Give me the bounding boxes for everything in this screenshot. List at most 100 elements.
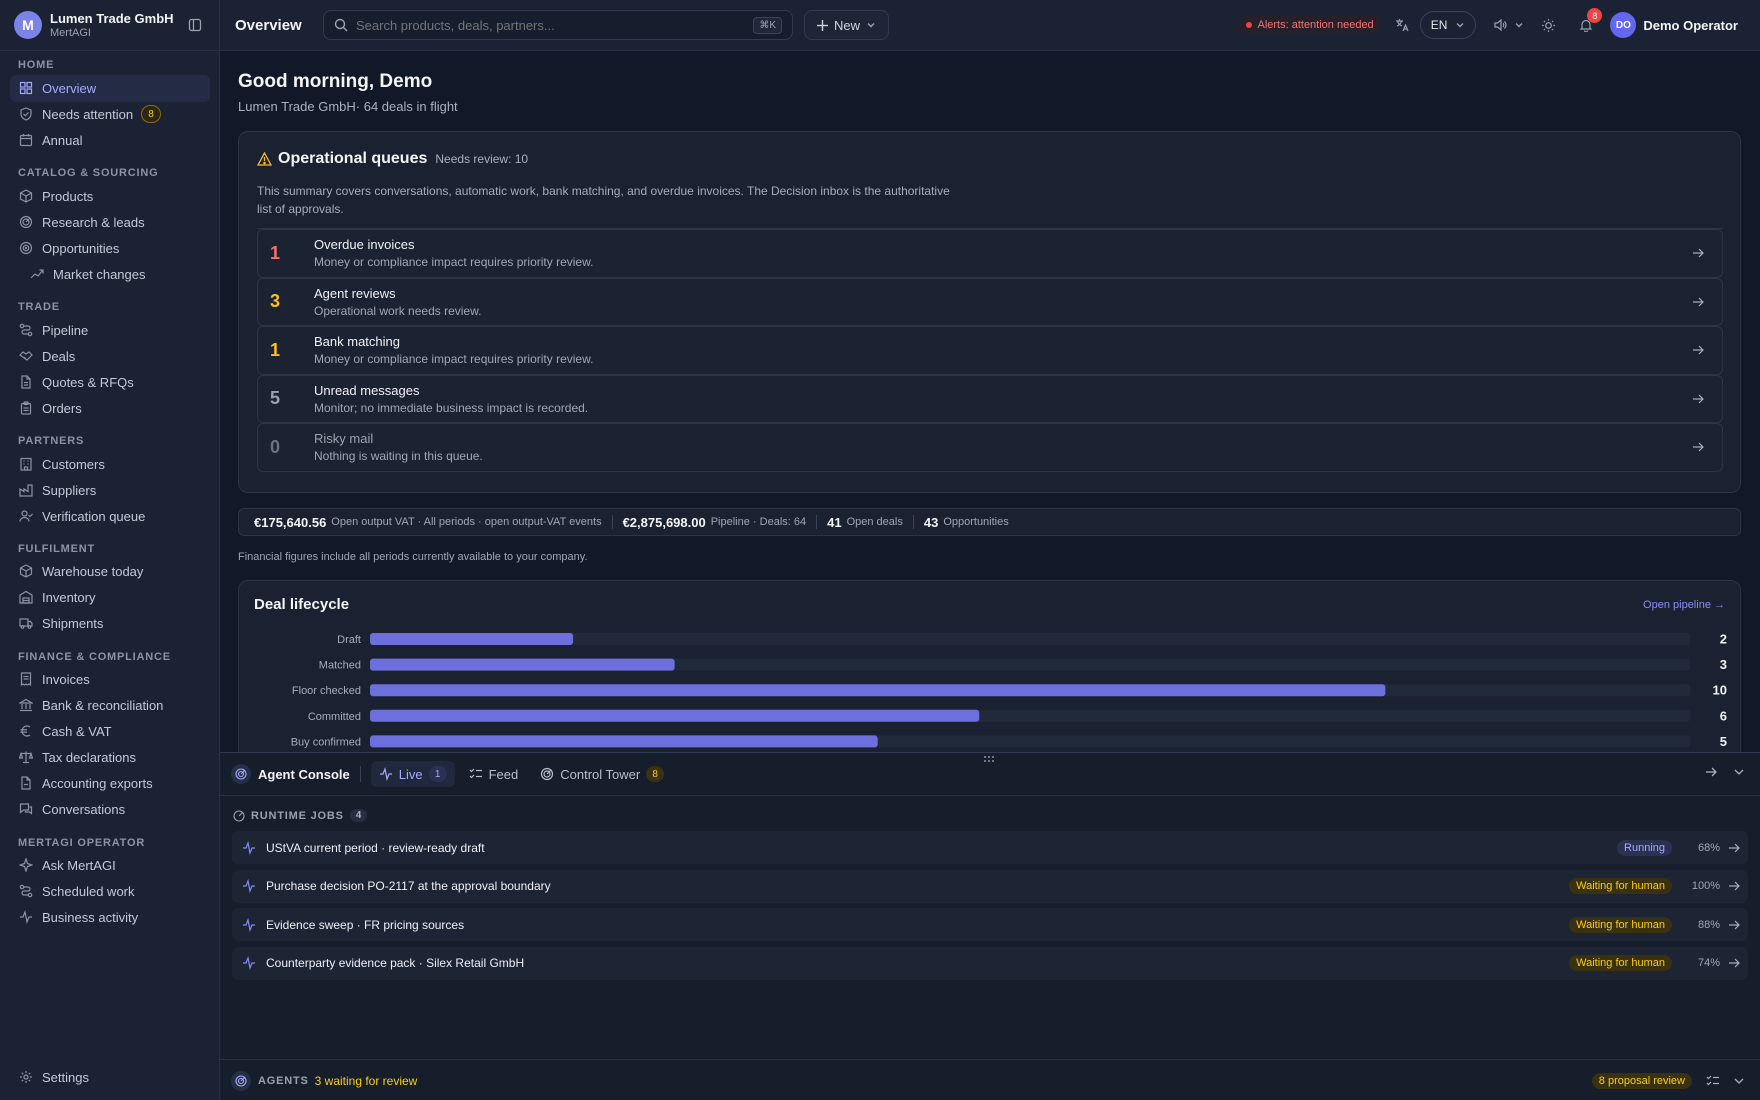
queues-title: Operational queues <box>278 150 428 167</box>
sidebar-item-needs-attention[interactable]: Needs attention 8 <box>10 101 210 128</box>
checklist-icon[interactable] <box>1706 1074 1720 1088</box>
queue-row-overdue-invoices[interactable]: 1 Overdue invoices Money or compliance imp… <box>257 229 1723 278</box>
queue-note: Money or compliance impact requires prio… <box>314 352 594 367</box>
translate-icon[interactable] <box>1390 13 1414 37</box>
brand[interactable]: M Lumen Trade GmbH MertAGI <box>0 0 219 51</box>
queue-body: Risky mail Nothing is waiting in this que… <box>314 431 1692 463</box>
stage-bar[interactable] <box>370 684 1386 697</box>
sidebar-item-accounting-exports[interactable]: Accounting exports <box>10 770 210 797</box>
avatar[interactable]: DO <box>1610 12 1637 38</box>
calendar-icon <box>19 133 33 147</box>
sidebar-item-quotes-rfqs[interactable]: Quotes & RFQs <box>10 369 210 396</box>
sidebar-item-annual[interactable]: Annual <box>10 127 210 154</box>
volume-icon[interactable] <box>1488 13 1512 37</box>
queue-row-agent-reviews[interactable]: 3 Agent reviews Operational work needs rev… <box>257 277 1723 326</box>
truck-icon <box>19 616 33 630</box>
sidebar-item-verification-queue[interactable]: Verification queue <box>10 503 210 530</box>
sidebar-item-tax-declarations[interactable]: Tax declarations <box>10 744 210 771</box>
sidebar-collapse-icon[interactable] <box>185 15 205 35</box>
arrow-right-icon[interactable] <box>1720 919 1748 931</box>
queue-count: 1 <box>270 242 281 263</box>
sidebar-item-research-leads[interactable]: Research & leads <box>10 209 210 236</box>
sidebar-item-pipeline[interactable]: Pipeline <box>10 317 210 344</box>
language-select[interactable]: EN <box>1419 11 1477 39</box>
sidebar-item-label: Settings <box>42 1069 89 1085</box>
stage-bar[interactable] <box>370 633 574 645</box>
chevron-down-icon[interactable] <box>1732 765 1746 779</box>
tab-feed[interactable]: Feed <box>461 761 527 787</box>
sidebar-item-conversations[interactable]: Conversations <box>10 796 210 823</box>
arrow-right-icon[interactable] <box>1692 296 1722 308</box>
chevron-down-icon[interactable] <box>1512 13 1526 37</box>
job-title: Evidence sweep · FR pricing sources <box>266 917 465 932</box>
radar-icon <box>540 767 554 781</box>
bell-icon[interactable]: 8 <box>1574 8 1603 37</box>
job-row[interactable]: Counterparty evidence pack · Silex Retai… <box>232 946 1748 980</box>
sidebar-item-business-activity[interactable]: Business activity <box>10 904 210 931</box>
stage-bar[interactable] <box>370 735 878 748</box>
brand-logo: M <box>14 11 42 39</box>
job-row[interactable]: Evidence sweep · FR pricing sources Waiti… <box>232 908 1748 941</box>
sidebar-item-deals[interactable]: Deals <box>10 343 210 370</box>
stage-bar[interactable] <box>370 709 980 722</box>
sidebar-item-invoices[interactable]: Invoices <box>10 666 210 693</box>
sidebar-item-shipments[interactable]: Shipments <box>10 610 210 637</box>
sidebar-item-warehouse-today[interactable]: Warehouse today <box>10 558 210 585</box>
metric-label: Open deals <box>846 516 903 528</box>
agents-bar[interactable]: AGENTS 3 waiting for review 8 proposal r… <box>220 1059 1760 1100</box>
search-box[interactable]: ⌘K <box>323 10 793 40</box>
alerts-status[interactable]: Alerts: attention needed <box>1238 16 1382 34</box>
sidebar-item-suppliers[interactable]: Suppliers <box>10 477 210 504</box>
search-input[interactable] <box>356 17 754 33</box>
route-icon <box>19 323 33 337</box>
job-row[interactable]: UStVA current period · review-ready draf… <box>232 831 1748 864</box>
arrow-right-icon[interactable] <box>1692 441 1722 453</box>
tab-control-tower[interactable]: Control Tower 8 <box>532 761 672 787</box>
metric-divider <box>611 515 613 529</box>
sidebar-item-inventory[interactable]: Inventory <box>10 584 210 611</box>
tab-live[interactable]: Live 1 <box>370 761 455 787</box>
alerts-label: Alerts: attention needed <box>1257 19 1374 31</box>
proposal-review-badge[interactable]: 8 proposal review <box>1591 1072 1692 1089</box>
sidebar-item-scheduled-work[interactable]: Scheduled work <box>10 878 210 905</box>
sidebar: M Lumen Trade GmbH MertAGI HOME Overview N… <box>0 0 220 1100</box>
sidebar-item-bank-reconciliation[interactable]: Bank & reconciliation <box>10 692 210 719</box>
sidebar-item-opportunities[interactable]: Opportunities <box>10 235 210 262</box>
job-row[interactable]: Purchase decision PO-2117 at the approva… <box>232 869 1748 903</box>
queue-row-bank-matching[interactable]: 1 Bank matching Money or compliance impact… <box>257 326 1723 375</box>
metric-label: Opportunities <box>943 516 1009 528</box>
sidebar-item-ask-mertagi[interactable]: Ask MertAGI <box>10 852 210 879</box>
user-name[interactable]: Demo Operator <box>1643 18 1738 33</box>
sidebar-item-label: Opportunities <box>42 240 120 256</box>
arrow-right-icon[interactable] <box>1704 765 1718 779</box>
activity-icon <box>379 767 393 781</box>
arrow-right-icon[interactable] <box>1692 393 1722 405</box>
sidebar-item-overview[interactable]: Overview <box>10 74 210 102</box>
sidebar-item-settings[interactable]: Settings <box>10 1064 210 1091</box>
theme-sun-icon[interactable] <box>1536 13 1560 37</box>
sidebar-item-market-changes[interactable]: Market changes <box>10 261 210 288</box>
target-icon <box>19 241 33 255</box>
arrow-right-icon[interactable] <box>1720 957 1748 969</box>
search-icon <box>334 18 348 32</box>
sidebar-item-label: Market changes <box>53 266 146 282</box>
sidebar-item-customers[interactable]: Customers <box>10 451 210 478</box>
sidebar-item-products[interactable]: Products <box>10 183 210 210</box>
sidebar-item-label: Accounting exports <box>42 775 153 791</box>
arrow-right-icon[interactable] <box>1692 247 1722 259</box>
new-button[interactable]: New <box>804 10 890 40</box>
queue-row-risky-mail[interactable]: 0 Risky mail Nothing is waiting in this qu… <box>257 423 1723 472</box>
arrow-right-icon[interactable] <box>1720 880 1748 892</box>
queue-body: Unread messages Monitor; no immediate bus… <box>314 383 1692 415</box>
arrow-right-icon[interactable] <box>1692 344 1722 356</box>
sidebar-item-label: Cash & VAT <box>42 723 112 739</box>
stage-bar[interactable] <box>370 658 675 671</box>
sidebar-item-label: Inventory <box>42 589 96 605</box>
chevron-down-icon[interactable] <box>1732 1074 1746 1088</box>
sidebar-item-orders[interactable]: Orders <box>10 395 210 422</box>
shield-check-icon <box>19 107 33 121</box>
sidebar-item-cash-vat[interactable]: Cash & VAT <box>10 718 210 745</box>
queue-row-unread-messages[interactable]: 5 Unread messages Monitor; no immediate bu… <box>257 374 1723 423</box>
drag-handle-icon[interactable] <box>983 755 995 763</box>
arrow-right-icon[interactable] <box>1720 842 1748 854</box>
